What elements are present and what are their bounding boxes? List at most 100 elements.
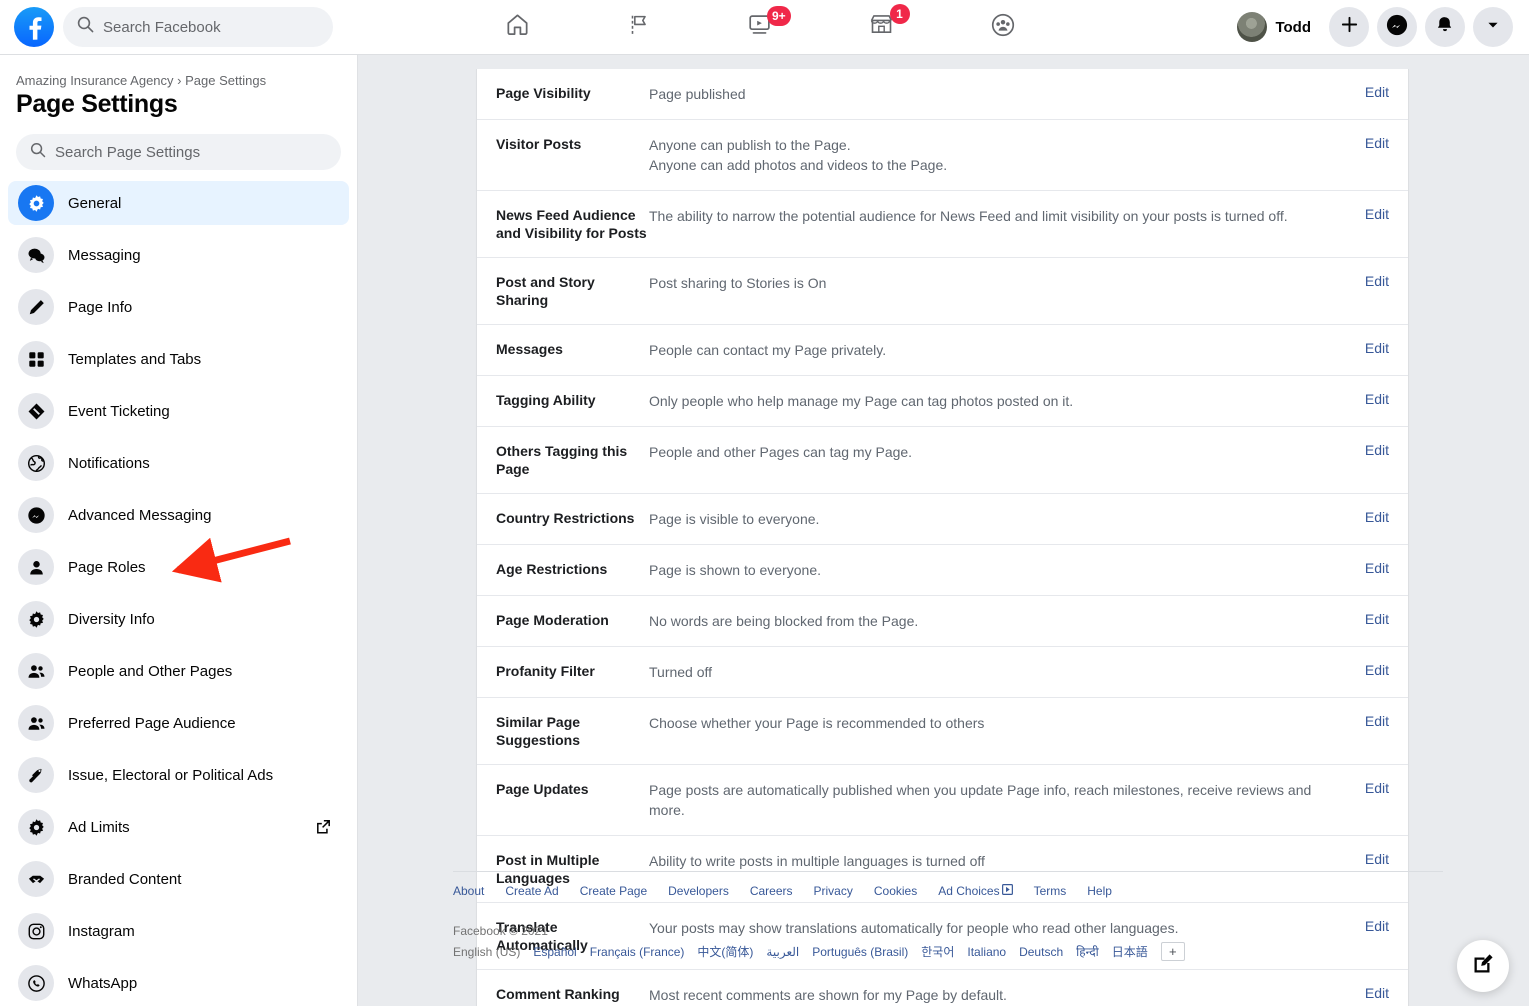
edit-link[interactable]: Edit — [1342, 611, 1408, 627]
breadcrumb-page-link[interactable]: Amazing Insurance Agency — [16, 73, 174, 88]
setting-value: Page posts are automatically published w… — [649, 780, 1342, 820]
setting-value-line: Anyone can publish to the Page. — [649, 137, 851, 153]
edit-link[interactable]: Edit — [1342, 84, 1408, 100]
footer-link-help[interactable]: Help — [1087, 884, 1112, 898]
footer-link-cookies[interactable]: Cookies — [874, 884, 917, 898]
setting-value-line: Turned off — [649, 664, 713, 680]
sidebar-item-notifications[interactable]: Notifications — [8, 441, 349, 485]
edit-link[interactable]: Edit — [1342, 662, 1408, 678]
language-option[interactable]: हिन्दी — [1076, 943, 1099, 960]
setting-label: Visitor Posts — [496, 136, 582, 152]
sidebar-item-page-roles[interactable]: Page Roles — [8, 545, 349, 589]
sidebar-item-issue-electoral-or-political-ads[interactable]: Issue, Electoral or Political Ads — [8, 753, 349, 797]
avatar — [1237, 12, 1268, 42]
language-option[interactable]: 日本語 — [1112, 943, 1148, 960]
edit-link[interactable]: Edit — [1342, 340, 1408, 356]
edit-link[interactable]: Edit — [1342, 206, 1408, 222]
setting-value-line: Page published — [649, 86, 746, 102]
language-option[interactable]: Deutsch — [1019, 945, 1063, 959]
language-option[interactable]: 한국어 — [921, 943, 954, 960]
language-option[interactable]: 中文(简体) — [697, 943, 753, 960]
sidebar-item-label: Page Info — [68, 298, 133, 316]
topbar-nav-group: 9+ 1 — [440, 0, 1080, 54]
sidebar-item-branded-content[interactable]: Branded Content — [8, 857, 349, 901]
edit-link[interactable]: Edit — [1342, 273, 1408, 289]
footer-link-ad-choices[interactable]: Ad Choices — [938, 884, 1013, 898]
nav-marketplace-button[interactable]: 1 — [827, 2, 937, 52]
sidebar-item-label: Instagram — [68, 922, 135, 940]
setting-label: Comment Ranking — [496, 986, 620, 1002]
sidebar-item-whatsapp[interactable]: WhatsApp — [8, 961, 349, 1005]
edit-link[interactable]: Edit — [1342, 442, 1408, 458]
edit-link[interactable]: Edit — [1342, 780, 1408, 796]
search-placeholder: Search Facebook — [103, 18, 221, 36]
notifications-button[interactable] — [1425, 7, 1465, 47]
edit-link[interactable]: Edit — [1342, 985, 1408, 1001]
language-option[interactable]: Italiano — [967, 945, 1006, 959]
sidebar-item-label: WhatsApp — [68, 974, 138, 992]
settings-row: Post and Story Sharing Post sharing to S… — [477, 258, 1408, 325]
sidebar-item-messaging[interactable]: Messaging — [8, 233, 349, 277]
setting-value: Anyone can publish to the Page. Anyone c… — [649, 135, 1342, 175]
people-icon — [18, 705, 54, 741]
setting-label: Age Restrictions — [496, 561, 608, 577]
sidebar-item-instagram[interactable]: Instagram — [8, 909, 349, 953]
footer-link-privacy[interactable]: Privacy — [814, 884, 853, 898]
sidebar-item-templates-and-tabs[interactable]: Templates and Tabs — [8, 337, 349, 381]
sidebar-item-label: Ad Limits — [68, 818, 130, 836]
search-input[interactable]: Search Facebook — [63, 7, 333, 47]
edit-link[interactable]: Edit — [1342, 509, 1408, 525]
account-profile-button[interactable]: Todd — [1233, 8, 1321, 46]
handshake-icon — [18, 861, 54, 897]
sidebar-item-page-info[interactable]: Page Info — [8, 285, 349, 329]
edit-link[interactable]: Edit — [1342, 851, 1408, 867]
setting-value: Page is visible to everyone. — [649, 509, 1342, 529]
more-languages-button[interactable]: + — [1160, 942, 1185, 961]
language-option[interactable]: Español — [533, 945, 576, 959]
sidebar-item-event-ticketing[interactable]: Event Ticketing — [8, 389, 349, 433]
settings-search-input[interactable]: Search Page Settings — [16, 134, 341, 170]
settings-row: Visitor Posts Anyone can publish to the … — [477, 120, 1408, 191]
sidebar-item-label: Advanced Messaging — [68, 506, 212, 524]
settings-search-placeholder: Search Page Settings — [55, 143, 201, 161]
nav-home-button[interactable] — [462, 2, 572, 52]
edit-link[interactable]: Edit — [1342, 713, 1408, 729]
footer-link-careers[interactable]: Careers — [750, 884, 793, 898]
sidebar-item-label: Diversity Info — [68, 610, 155, 628]
sidebar-item-advanced-messaging[interactable]: Advanced Messaging — [8, 493, 349, 537]
settings-row: Page Visibility Page published Edit — [477, 69, 1408, 120]
setting-label: Profanity Filter — [496, 663, 595, 679]
language-option[interactable]: English (US) — [453, 945, 520, 959]
nav-pages-button[interactable] — [584, 2, 694, 52]
language-option[interactable]: العربية — [766, 945, 799, 959]
footer-link-create-page[interactable]: Create Page — [580, 884, 647, 898]
footer-link-terms[interactable]: Terms — [1034, 884, 1067, 898]
facebook-logo-icon[interactable] — [14, 7, 54, 47]
account-menu-button[interactable] — [1473, 7, 1513, 47]
sidebar-item-general[interactable]: General — [8, 181, 349, 225]
sidebar-item-preferred-page-audience[interactable]: Preferred Page Audience — [8, 701, 349, 745]
nav-watch-button[interactable]: 9+ — [705, 2, 815, 52]
setting-value: Only people who help manage my Page can … — [649, 391, 1342, 411]
external-link-icon[interactable] — [314, 817, 333, 841]
page-title: Page Settings — [16, 90, 178, 118]
footer-link-create-ad[interactable]: Create Ad — [505, 884, 558, 898]
nav-groups-button[interactable] — [948, 2, 1058, 52]
sidebar-item-ad-limits[interactable]: Ad Limits — [8, 805, 349, 849]
compose-fab-button[interactable] — [1457, 940, 1509, 992]
setting-label: Similar Page Suggestions — [496, 714, 581, 748]
footer-link-about[interactable]: About — [453, 884, 484, 898]
language-option[interactable]: Français (France) — [590, 945, 685, 959]
sidebar-item-people-and-other-pages[interactable]: People and Other Pages — [8, 649, 349, 693]
setting-value: Most recent comments are shown for my Pa… — [649, 985, 1342, 1005]
footer-link-developers[interactable]: Developers — [668, 884, 729, 898]
language-option[interactable]: Português (Brasil) — [812, 945, 908, 959]
edit-link[interactable]: Edit — [1342, 560, 1408, 576]
edit-link[interactable]: Edit — [1342, 391, 1408, 407]
gear-icon — [18, 601, 54, 637]
messenger-button[interactable] — [1377, 7, 1417, 47]
setting-value-line: No words are being blocked from the Page… — [649, 613, 919, 629]
sidebar-item-diversity-info[interactable]: Diversity Info — [8, 597, 349, 641]
create-button[interactable] — [1329, 7, 1369, 47]
edit-link[interactable]: Edit — [1342, 135, 1408, 151]
